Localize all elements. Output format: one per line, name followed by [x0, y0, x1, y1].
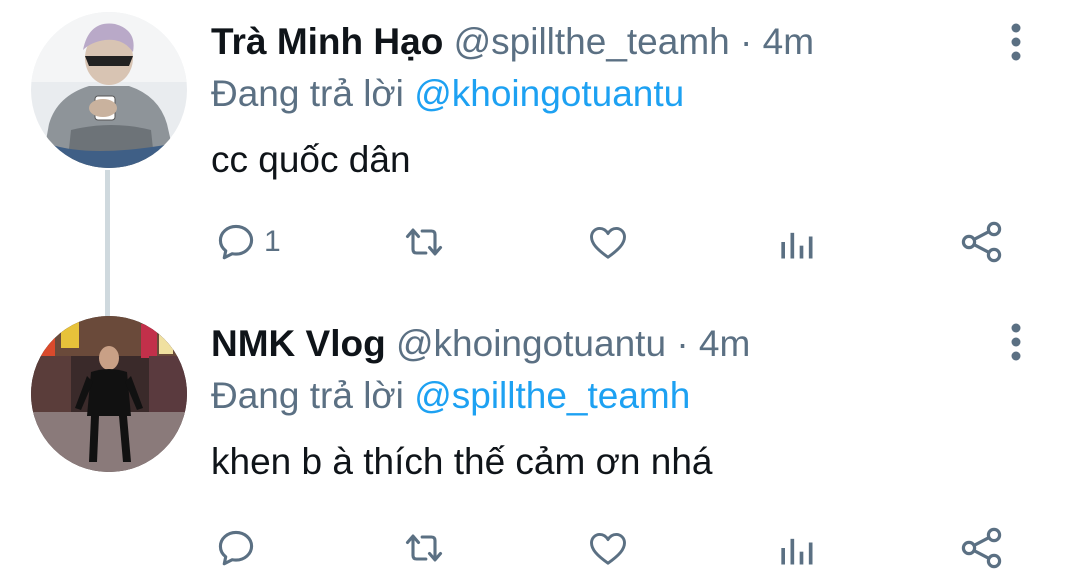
replying-prefix: Đang trả lời	[211, 73, 404, 114]
avatar-image	[31, 316, 187, 472]
share-icon	[961, 221, 1002, 263]
more-vertical-icon	[1011, 323, 1021, 361]
retweet-button[interactable]	[399, 520, 449, 576]
mention-link[interactable]: @khoingotuantu	[414, 73, 684, 114]
share-icon	[961, 527, 1002, 569]
timestamp[interactable]: 4m	[763, 21, 814, 62]
more-options-button[interactable]	[1002, 22, 1030, 62]
reply-button[interactable]	[214, 520, 264, 576]
separator-dot: ·	[676, 323, 689, 364]
display-name[interactable]: NMK Vlog	[211, 323, 386, 364]
analytics-icon	[781, 232, 813, 259]
display-name[interactable]: Trà Minh Hạo	[211, 21, 443, 62]
heart-icon	[590, 226, 626, 259]
timestamp[interactable]: 4m	[699, 323, 750, 364]
more-vertical-icon	[1011, 23, 1021, 61]
tweet-1[interactable]: Trà Minh Hạo @spillthe_teamh · 4m Đang t…	[0, 0, 1080, 316]
replying-prefix: Đang trả lời	[211, 375, 404, 416]
like-button[interactable]	[584, 214, 632, 270]
tweet-text: khen b à thích thế cảm ơn nhá	[211, 441, 713, 482]
share-button[interactable]	[958, 520, 1006, 576]
avatar-image	[31, 12, 187, 168]
heart-icon	[590, 532, 626, 565]
retweet-icon	[405, 228, 443, 256]
separator-dot: ·	[740, 21, 753, 62]
reply-icon	[218, 224, 254, 260]
user-avatar[interactable]	[31, 316, 187, 472]
replying-to: Đang trả lời @spillthe_teamh	[211, 374, 690, 418]
tweet-text: cc quốc dân	[211, 139, 411, 180]
like-button[interactable]	[584, 520, 632, 576]
reply-count: 1	[264, 225, 281, 258]
tweet-header: NMK Vlog @khoingotuantu · 4m	[211, 322, 750, 366]
retweet-button[interactable]	[399, 214, 449, 270]
user-handle[interactable]: @khoingotuantu	[396, 323, 666, 364]
tweet-header: Trà Minh Hạo @spillthe_teamh · 4m	[211, 20, 814, 64]
analytics-icon	[781, 538, 813, 565]
reply-button[interactable]: 1	[214, 214, 281, 270]
tweet-actions	[0, 520, 1080, 576]
reply-icon	[218, 530, 254, 566]
retweet-icon	[405, 534, 443, 562]
more-options-button[interactable]	[1002, 322, 1030, 362]
user-avatar[interactable]	[31, 12, 187, 168]
replying-to: Đang trả lời @khoingotuantu	[211, 72, 684, 116]
share-button[interactable]	[958, 214, 1006, 270]
tweet-2[interactable]: NMK Vlog @khoingotuantu · 4m Đang trả lờ…	[0, 300, 1080, 588]
mention-link[interactable]: @spillthe_teamh	[414, 375, 690, 416]
tweet-actions: 1	[0, 214, 1080, 270]
analytics-button[interactable]	[774, 520, 818, 576]
user-handle[interactable]: @spillthe_teamh	[454, 21, 730, 62]
analytics-button[interactable]	[774, 214, 818, 270]
